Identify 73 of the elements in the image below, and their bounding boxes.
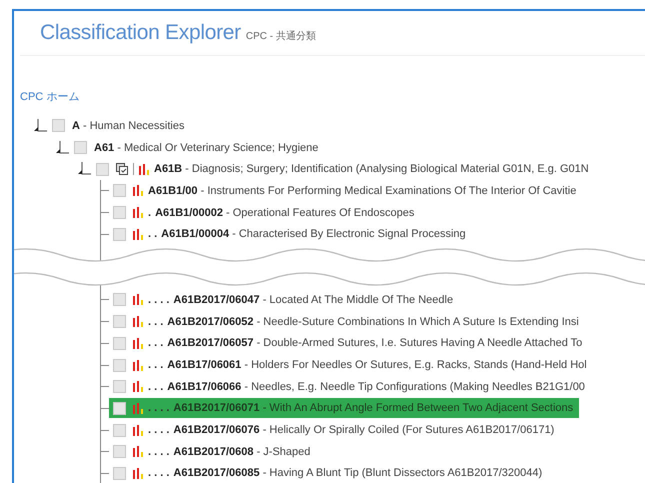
tree-row[interactable]: . A61B1/00002 - Operational Features Of Endoscopes [109,202,414,223]
level-dots: . . . . [148,402,170,414]
classification-label: A61B2017/06085 - Having A Blunt Tip (Blunt Dissectors A61B2017/320044) [173,467,542,480]
level-dots: . . . [148,380,164,393]
home-link[interactable]: CPC ホーム [20,89,80,105]
tree-row[interactable]: . . . A61B17/06066 - Needles, E.g. Needle Tip Configurations (Making Needles B21G1/00 [109,376,585,397]
level-dots: . . [148,228,158,240]
level-dots: . . . [148,316,164,328]
selected-row[interactable]: . . . . A61B2017/06071 - With An Abrupt Angle Formed Between Two Adjacent Sections [109,398,580,418]
level-dots: . [148,206,152,219]
checkbox[interactable] [113,228,126,241]
bar-chart-icon [133,294,144,306]
classification-label: A61B2017/06057 - Double-Armed Sutures, I.e. Sutures Having A Needle Attached To [167,337,582,350]
bar-chart-icon [133,381,144,392]
bar-chart-icon [133,316,144,328]
bar-chart-icon [139,164,150,175]
bar-chart-icon [133,402,144,414]
tree-row[interactable]: . . . . A61B2017/06085 - Having A Blunt Tip (Blunt Dissectors A61B2017/320044) [109,463,542,483]
classification-label[interactable]: A - Human Necessities [72,120,184,132]
classification-label[interactable]: A61B - Diagnosis; Surgery; Identification (Analysing Biological Material G01N, E.g. G01N [154,163,589,176]
bar-chart-icon [133,185,144,196]
bar-chart-icon [133,468,144,479]
checkbox[interactable] [96,162,109,176]
checkbox[interactable] [113,402,126,415]
bar-chart-icon [133,228,144,240]
bar-chart-icon [133,207,144,218]
collapse-toggle-icon[interactable] [76,162,92,176]
classification-label: A61B2017/06047 - Located At The Middle Of The Needle [173,294,454,306]
tree-row[interactable]: . . . . A61B2017/0608 - J-Shaped [109,442,310,462]
checkbox[interactable] [74,141,87,154]
level-dots: . . . . [148,446,170,458]
tree-row[interactable]: . . . . A61B2017/06047 - Located At The Middle Of The Needle [109,290,454,310]
bar-chart-icon [133,338,144,349]
checkbox[interactable] [52,119,65,132]
page-subtitle: CPC - 共通分類 [246,30,316,43]
level-dots: . . . [148,359,164,372]
classification-label: A61B17/06066 - Needles, E.g. Needle Tip Configurations (Making Needles B21G1/00 [167,380,585,393]
checkbox[interactable] [113,380,126,394]
level-dots: . . . [148,337,164,350]
classification-label: A61B1/00004 - Characterised By Electronic Signal Processing [161,228,466,240]
tree-row[interactable]: . . A61B1/00004 - Characterised By Electronic Signal Processing [109,224,466,244]
tree-row[interactable]: A61B1/00 - Instruments For Performing Medical Examinations Of The Interior Of Cavitie [109,180,576,201]
checkbox[interactable] [113,184,126,198]
checkbox[interactable] [113,445,126,458]
bar-chart-icon [133,360,144,371]
classification-label: A61B2017/0608 - J-Shaped [173,446,310,458]
classification-label: A61B1/00 - Instruments For Performing Medical Examinations Of The Interior Of Cavitie [148,184,576,197]
classification-label: A61B2017/06076 - Helically Or Spirally Coiled (For Sutures A61B2017/06171) [173,424,554,436]
page-title: Classification Explorer [40,21,241,45]
level-dots: . . . . [148,294,170,306]
checkbox[interactable] [113,293,126,306]
copy-icon[interactable] [116,163,128,176]
collapse-toggle-icon[interactable] [32,118,48,133]
classification-label: A61B2017/06071 - With An Abrupt Angle Formed Between Two Adjacent Sections [173,402,574,414]
classification-label[interactable]: A61 - Medical Or Veterinary Science; Hygiene [94,142,318,154]
checkbox[interactable] [113,358,126,372]
checkbox[interactable] [113,206,126,220]
level-dots: . . . . [148,467,170,480]
checkbox[interactable] [113,424,126,437]
checkbox[interactable] [113,315,126,328]
tree-row[interactable]: . . . A61B2017/06057 - Double-Armed Sutures, I.e. Sutures Having A Needle Attached To [109,333,582,354]
tree-row[interactable]: . . . A61B2017/06052 - Needle-Suture Combinations In Which A Suture Is Extending Insi [109,312,579,332]
classification-label: A61B17/06061 - Holders For Needles Or Sutures, E.g. Racks, Stands (Hand-Held Hol [167,359,587,372]
checkbox[interactable] [113,466,126,480]
collapse-toggle-icon[interactable] [54,140,70,155]
bar-chart-icon [133,424,144,436]
tree-row[interactable]: . . . A61B17/06061 - Holders For Needles Or Sutures, E.g. Racks, Stands (Hand-Held Hol [109,355,587,376]
classification-label: A61B1/00002 - Operational Features Of Endoscopes [155,206,414,219]
level-dots: . . . . [148,424,170,436]
tree-row[interactable]: . . . . A61B2017/06076 - Helically Or Spirally Coiled (For Sutures A61B2017/06171) [109,420,554,440]
bar-chart-icon [133,446,144,458]
classification-label: A61B2017/06052 - Needle-Suture Combinations In Which A Suture Is Extending Insi [167,316,579,328]
checkbox[interactable] [113,336,126,350]
